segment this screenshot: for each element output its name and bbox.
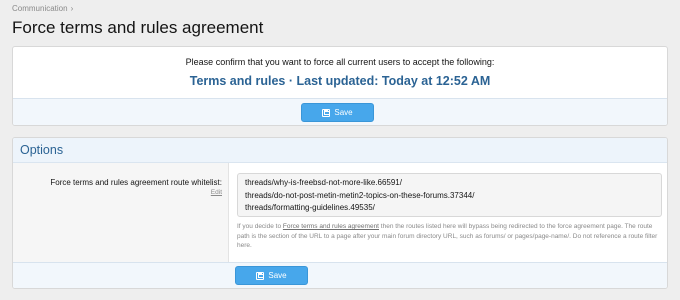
- confirm-message: Please confirm that you want to force al…: [185, 57, 495, 67]
- options-block: Options Force terms and rules agreement …: [12, 137, 668, 289]
- breadcrumb: Communication ›: [12, 4, 73, 13]
- options-header: Options: [13, 138, 667, 163]
- explain-prefix: If you decide to: [237, 223, 283, 230]
- field-explain: If you decide to Force terms and rules a…: [237, 222, 662, 251]
- field-label-column: Force terms and rules agreement route wh…: [13, 163, 229, 264]
- whitelist-line: threads/do-not-post-metin-metin2-topics-…: [245, 190, 475, 200]
- whitelist-field-label: Force terms and rules agreement route wh…: [50, 178, 222, 187]
- page-title: Force terms and rules agreement: [12, 18, 264, 37]
- save-icon: [256, 271, 265, 280]
- explain-terms-link[interactable]: Force terms and rules agreement: [283, 223, 379, 230]
- save-icon: [322, 108, 331, 117]
- whitelist-line: threads/why-is-freebsd-not-more-like.665…: [245, 178, 402, 187]
- options-save-button[interactable]: Save: [235, 266, 308, 285]
- edit-link[interactable]: Edit: [211, 189, 222, 196]
- save-button-label: Save: [268, 271, 287, 280]
- options-title: Options: [20, 143, 64, 157]
- breadcrumb-item-communication[interactable]: Communication: [12, 4, 68, 13]
- confirm-save-button[interactable]: Save: [301, 103, 374, 122]
- route-whitelist-textarea[interactable]: threads/why-is-freebsd-not-more-like.665…: [237, 173, 662, 217]
- whitelist-line: threads/formatting-guidelines.49535/: [245, 203, 375, 212]
- terms-rules-link[interactable]: Terms and rules · Last updated: Today at…: [13, 74, 667, 88]
- save-button-label: Save: [334, 108, 353, 117]
- confirm-block: Please confirm that you want to force al…: [12, 46, 668, 126]
- options-footer: Save: [13, 262, 667, 288]
- chevron-right-icon: ›: [70, 4, 74, 13]
- confirm-footer: Save: [13, 98, 667, 125]
